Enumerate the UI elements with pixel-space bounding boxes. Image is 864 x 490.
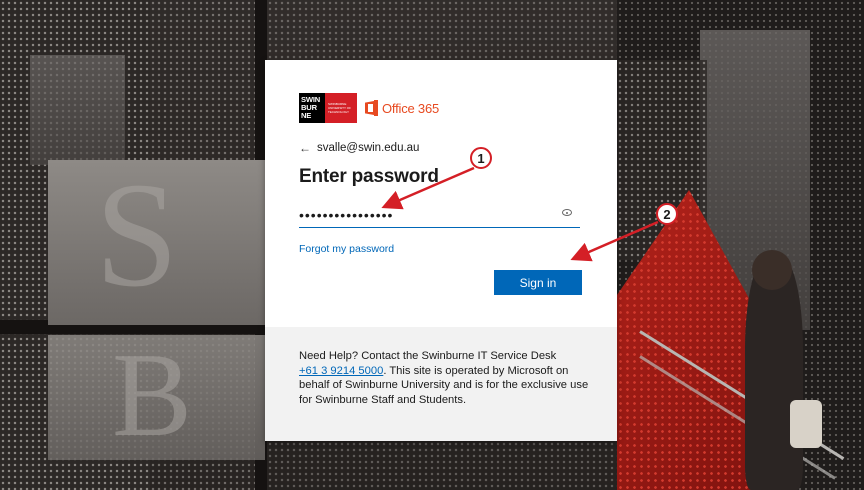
swinburne-tagline-block: SWINBURNE UNIVERSITY OF TECHNOLOGY bbox=[325, 93, 357, 123]
swinburne-logo: SWIN BUR NE bbox=[299, 93, 325, 123]
identity-email: svalle@swin.edu.au bbox=[317, 142, 420, 154]
forgot-password-link[interactable]: Forgot my password bbox=[299, 243, 394, 255]
bg-facade-bottom bbox=[267, 441, 617, 490]
help-footer: Need Help? Contact the Swinburne IT Serv… bbox=[265, 327, 617, 441]
help-intro: Need Help? Contact the Swinburne IT Serv… bbox=[299, 350, 557, 362]
identity-banner[interactable]: ← svalle@swin.edu.au bbox=[299, 141, 419, 155]
office365-label: Office 365 bbox=[382, 100, 440, 116]
bg-person-head bbox=[752, 250, 792, 290]
bg-balcony bbox=[30, 55, 125, 165]
swinburne-tagline: SWINBURNE UNIVERSITY OF TECHNOLOGY bbox=[328, 102, 351, 114]
annotation-badge-2: 2 bbox=[656, 203, 678, 225]
swinburne-logo-text: SWIN BUR NE bbox=[301, 95, 321, 120]
office365-logo: Office 365 bbox=[365, 100, 439, 116]
help-text: Need Help? Contact the Swinburne IT Serv… bbox=[299, 349, 589, 407]
login-card-form: SWIN BUR NE SWINBURNE UNIVERSITY OF TECH… bbox=[265, 60, 617, 327]
bg-letter-b: B bbox=[112, 328, 193, 461]
office-icon bbox=[365, 100, 378, 116]
bg-person bbox=[745, 255, 803, 490]
back-arrow-icon[interactable]: ← bbox=[299, 141, 311, 155]
password-input[interactable] bbox=[299, 204, 549, 226]
help-phone-link[interactable]: +61 3 9214 5000 bbox=[299, 365, 383, 377]
password-field[interactable] bbox=[299, 202, 580, 228]
sign-in-button[interactable]: Sign in bbox=[494, 270, 582, 295]
bg-letter-s: S bbox=[95, 152, 179, 318]
bg-person-bag bbox=[790, 400, 822, 448]
bg-facade-top bbox=[267, 0, 617, 60]
reveal-password-icon[interactable] bbox=[562, 209, 572, 216]
page-title: Enter password bbox=[299, 166, 439, 187]
annotation-badge-1: 1 bbox=[470, 147, 492, 169]
login-card: SWIN BUR NE SWINBURNE UNIVERSITY OF TECH… bbox=[265, 60, 617, 441]
brand-logo-row: SWIN BUR NE SWINBURNE UNIVERSITY OF TECH… bbox=[299, 93, 439, 123]
